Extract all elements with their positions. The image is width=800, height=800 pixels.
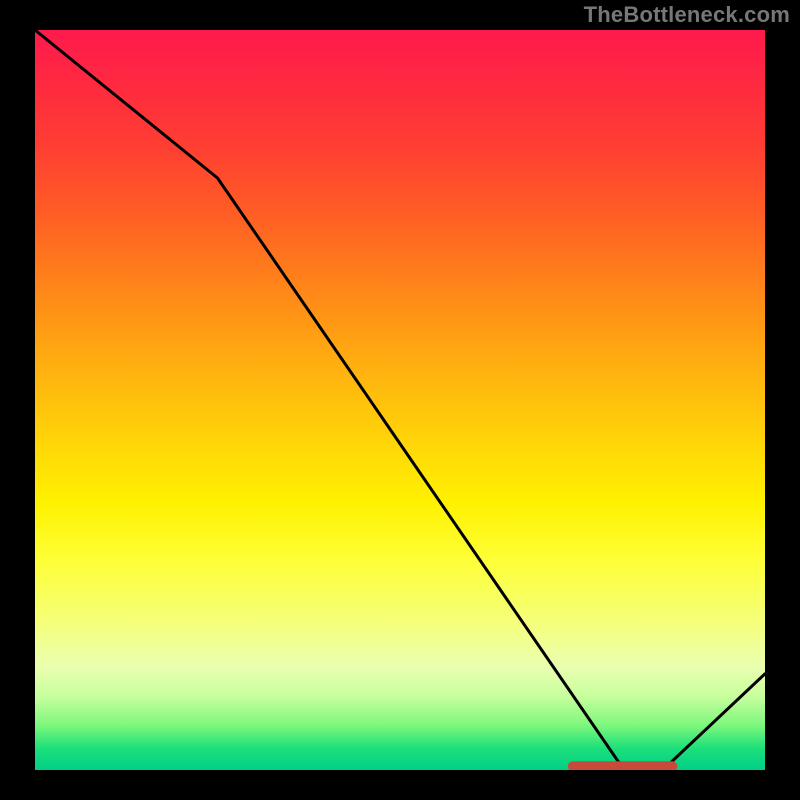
marker-layer	[35, 30, 765, 770]
watermark-text: TheBottleneck.com	[584, 2, 790, 28]
chart-frame: TheBottleneck.com	[0, 0, 800, 800]
optimal-range-marker	[568, 761, 678, 770]
plot-area	[35, 30, 765, 770]
